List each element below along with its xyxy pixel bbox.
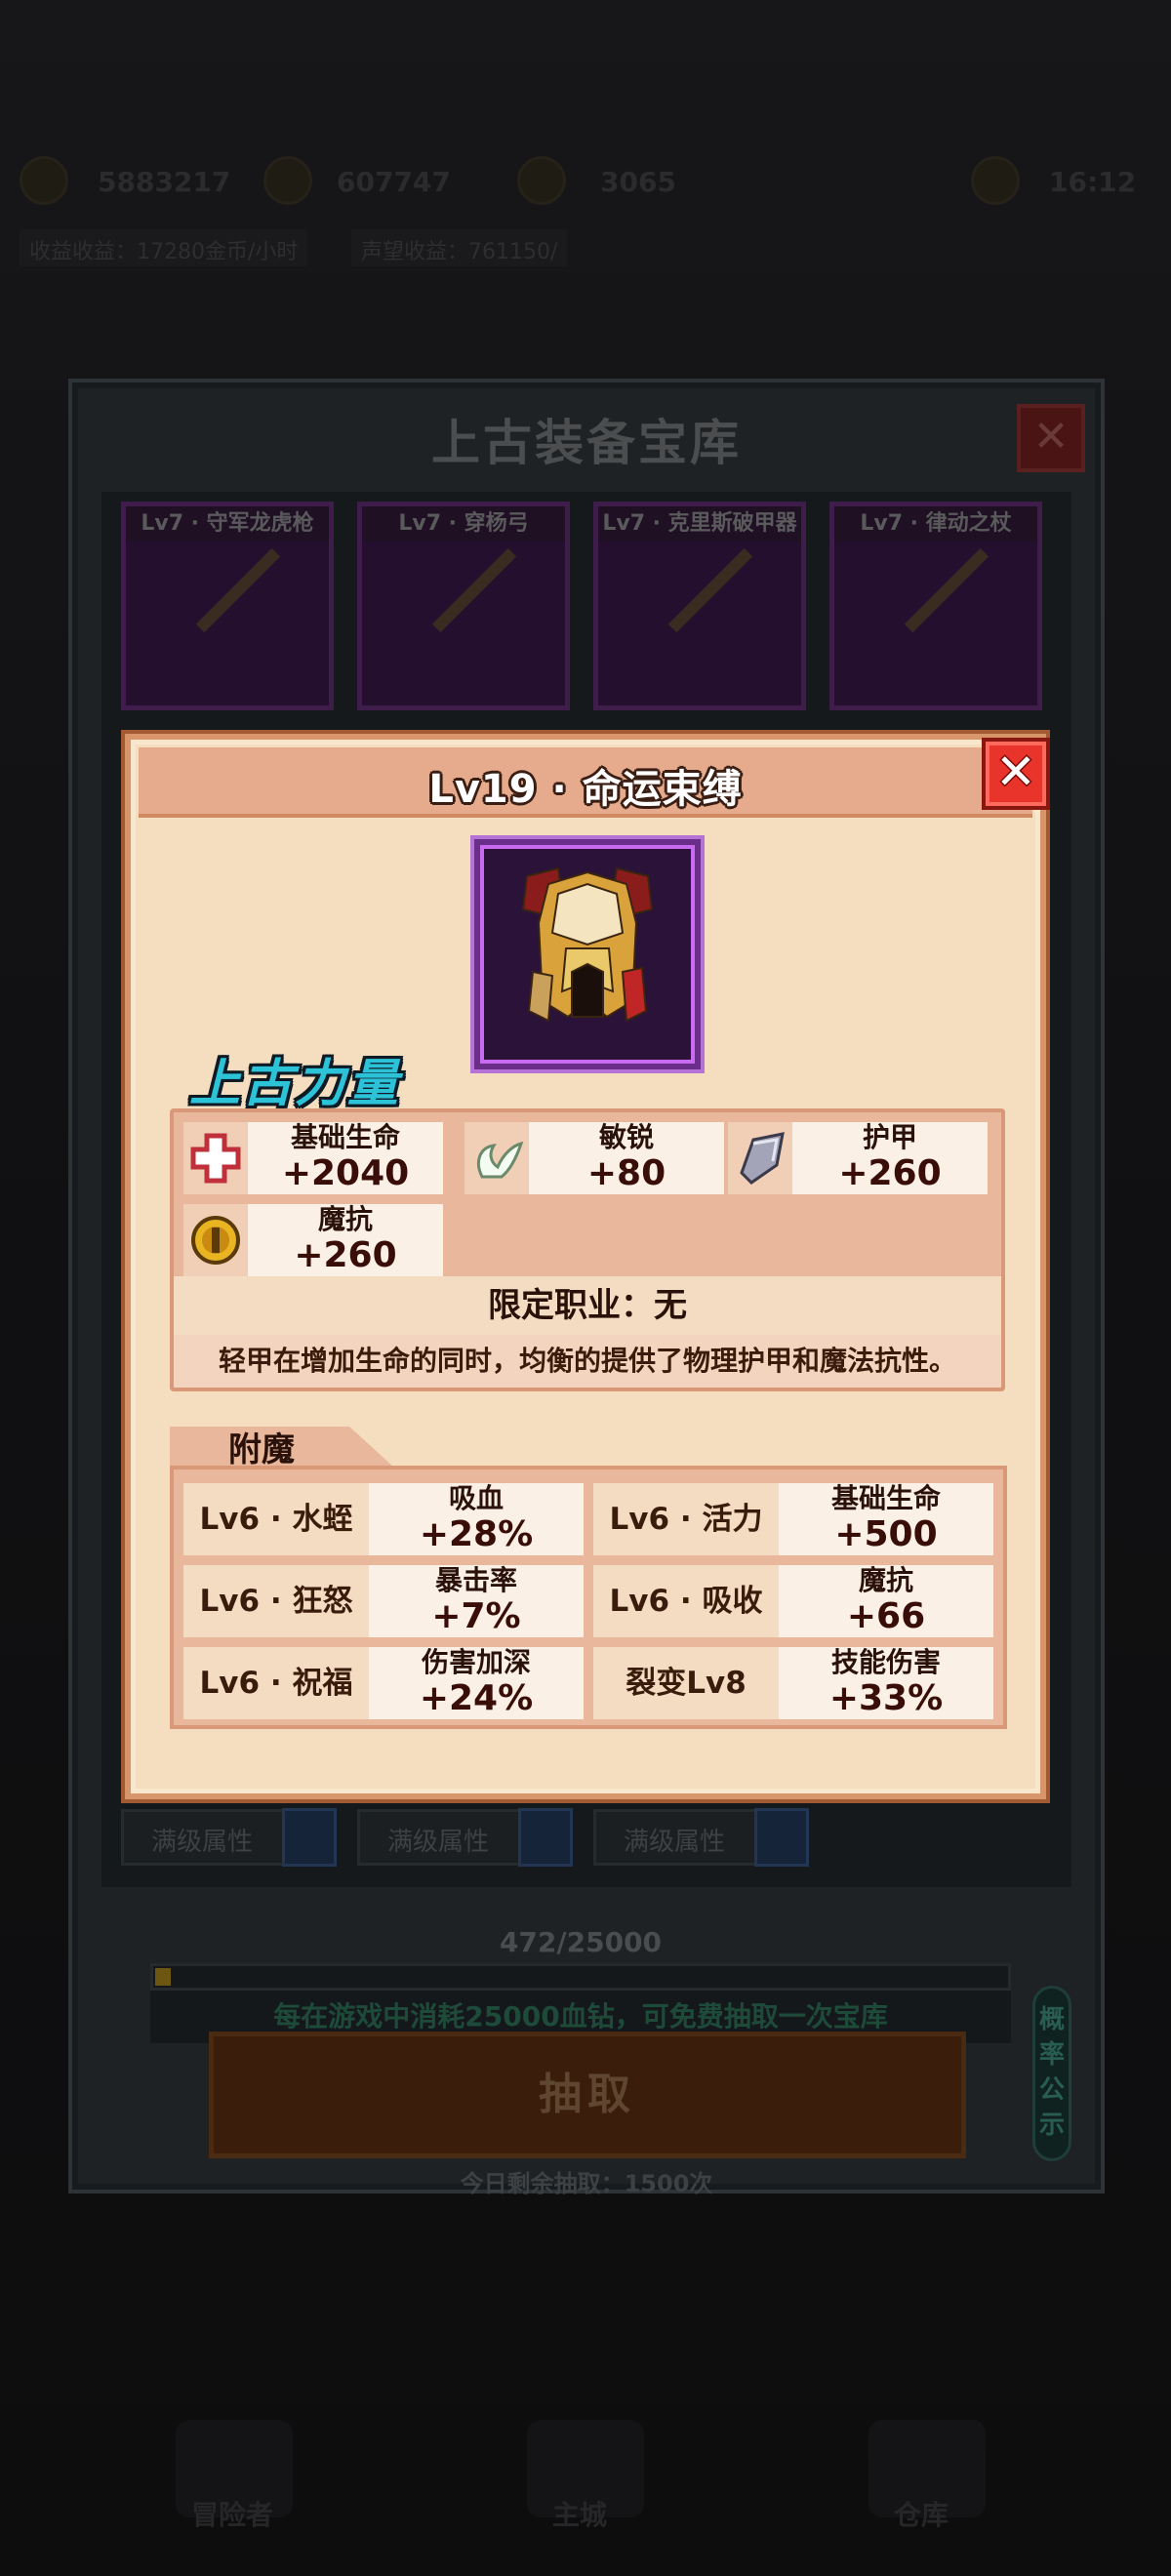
section-title-ancient-power: 上古力量 (189, 1055, 401, 1113)
draw-button[interactable]: 抽取 (209, 2032, 966, 2158)
staff-icon (904, 547, 989, 633)
vault-item-label: Lv7 · 穿杨弓 (362, 506, 565, 542)
attribute-name: 敏锐 (598, 1121, 654, 1153)
attribute-value: +260 (838, 1153, 942, 1193)
enchant-name: 伤害加深 (421, 1646, 531, 1678)
nav-warehouse: 仓库 (894, 2499, 949, 2531)
enchant-key: Lv6 · 吸收 (593, 1565, 779, 1637)
spear-icon (195, 547, 281, 633)
enchant-entry: Lv6 · 活力 基础生命 +500 (593, 1482, 993, 1555)
prestige-chip: 声望收益：761150/ (351, 229, 568, 266)
attribute-value: +260 (294, 1235, 397, 1275)
vault-item-label: Lv7 · 守军龙虎枪 (126, 506, 329, 542)
attribute-name: 基础生命 (290, 1121, 400, 1153)
vault-item-label: Lv7 · 克里斯破甲器 (598, 506, 801, 542)
enchant-entry: 裂变Lv8 技能伤害 +33% (593, 1646, 993, 1719)
enchant-panel: Lv6 · 水蛭 吸血 +28% Lv6 · 活力 基础生命 +500 Lv6 … (170, 1466, 1007, 1729)
enchant-key: Lv6 · 水蛭 (183, 1483, 369, 1555)
vault-item-card[interactable]: Lv7 · 守军龙虎枪 (121, 502, 334, 710)
equipment-title: Lv19 · 命运束缚 (428, 767, 743, 812)
resource-exp: 5883217 (98, 166, 231, 198)
vault-item-card[interactable]: Lv7 · 律动之杖 (829, 502, 1042, 710)
enchant-value: +500 (834, 1514, 938, 1554)
probability-label: 概率公示 (1038, 2005, 1065, 2140)
wings-icon (464, 1122, 529, 1194)
gold-coin-icon (263, 156, 312, 205)
enchant-value: +66 (846, 1596, 926, 1636)
attribute-value: +80 (586, 1153, 666, 1193)
axe-icon (667, 547, 753, 633)
modal-header: Lv19 · 命运束缚 (139, 747, 1032, 818)
progress-bar (150, 1963, 1011, 1991)
enchant-key: Lv6 · 祝福 (183, 1647, 369, 1719)
magic-resist-coin-icon (183, 1204, 248, 1276)
clock-icon (971, 156, 1020, 205)
attribute-name: 魔抗 (317, 1203, 373, 1235)
modal-close-button[interactable]: ✕ (982, 738, 1050, 810)
top-resource-bar: 5883217 607747 3065 16:12 (20, 156, 1151, 215)
attribute-box: 基础生命 +2040 (183, 1121, 443, 1194)
magnifier-icon (282, 1808, 337, 1867)
resource-gold: 607747 (337, 166, 451, 198)
equipment-icon-frame (474, 839, 701, 1069)
clock-time: 16:12 (1049, 166, 1137, 198)
health-cross-icon (183, 1122, 248, 1194)
vault-title: 上古装备宝库 (431, 415, 742, 471)
attribute-value: +2040 (281, 1153, 410, 1193)
vault-progress: 472/25000 每在游戏中消耗25000血钻，可免费抽取一次宝库 (150, 1926, 1011, 2043)
attribute-box: 魔抗 +260 (183, 1203, 443, 1276)
enchant-entry: Lv6 · 吸收 魔抗 +66 (593, 1564, 993, 1637)
golden-armor-icon (521, 866, 654, 1023)
enchant-name: 吸血 (448, 1482, 504, 1514)
progress-text: 472/25000 (499, 1926, 663, 1958)
max-attribute-label: 满级属性 (624, 1828, 726, 1857)
max-attribute-button[interactable]: 满级属性 (593, 1808, 809, 1867)
progress-fill (155, 1968, 171, 1986)
max-attribute-button[interactable]: 满级属性 (357, 1808, 573, 1867)
enchant-value: +7% (431, 1596, 521, 1636)
blood-diamond-icon (517, 156, 566, 205)
equipment-detail-modal: Lv19 · 命运束缚 ✕ 上古力量 基础生命 +2040 敏锐 +80 护甲 … (125, 734, 1050, 1799)
max-attribute-button[interactable]: 满级属性 (121, 1808, 337, 1867)
enchant-value: +33% (828, 1678, 944, 1718)
equipment-description: 轻甲在增加生命的同时，均衡的提供了物理护甲和魔法抗性。 (174, 1335, 1001, 1388)
magnifier-icon (518, 1808, 573, 1867)
max-attribute-label: 满级属性 (387, 1828, 490, 1857)
shield-icon (728, 1122, 792, 1194)
resource-diamond: 3065 (600, 166, 676, 198)
vault-item-card[interactable]: Lv7 · 克里斯破甲器 (593, 502, 806, 710)
enchant-entry: Lv6 · 祝福 伤害加深 +24% (183, 1646, 584, 1719)
income-chip: 收益收益：17280金币/小时 (20, 229, 308, 266)
enchant-key: Lv6 · 狂怒 (183, 1565, 369, 1637)
enchant-entry: Lv6 · 狂怒 暴击率 +7% (183, 1564, 584, 1637)
enchant-key: Lv6 · 活力 (593, 1483, 779, 1555)
nav-adventurer: 冒险者 (191, 2499, 274, 2531)
enchant-value: +28% (419, 1514, 534, 1554)
enchant-value: +24% (419, 1678, 534, 1718)
enchant-name: 魔抗 (858, 1564, 913, 1596)
max-attribute-label: 满级属性 (151, 1828, 254, 1857)
probability-button[interactable]: 概率公示 (1032, 1986, 1071, 2161)
enchant-name: 技能伤害 (830, 1646, 941, 1678)
attribute-panel: 基础生命 +2040 敏锐 +80 护甲 +260 魔抗 +260 限定职业：无… (170, 1108, 1005, 1391)
enchant-name: 基础生命 (830, 1482, 941, 1514)
attribute-box: 护甲 +260 (728, 1121, 988, 1194)
magnifier-icon (754, 1808, 809, 1867)
vault-item-card[interactable]: Lv7 · 穿杨弓 (357, 502, 570, 710)
bow-icon (431, 547, 517, 633)
daily-remaining-text: 今日剩余抽取：1500次 (460, 2170, 713, 2197)
attribute-box: 敏锐 +80 (464, 1121, 724, 1194)
enchant-title: 附魔 (228, 1430, 295, 1469)
vault-close-button[interactable]: ✕ (1017, 404, 1085, 472)
attribute-name: 护甲 (862, 1121, 917, 1153)
enchant-entry: Lv6 · 水蛭 吸血 +28% (183, 1482, 584, 1555)
enchant-key: 裂变Lv8 (593, 1647, 779, 1719)
experience-icon (20, 156, 68, 205)
job-restriction: 限定职业：无 (174, 1276, 1001, 1335)
vault-item-label: Lv7 · 律动之杖 (834, 506, 1037, 542)
nav-main-city: 主城 (552, 2499, 608, 2531)
enchant-name: 暴击率 (434, 1564, 517, 1596)
